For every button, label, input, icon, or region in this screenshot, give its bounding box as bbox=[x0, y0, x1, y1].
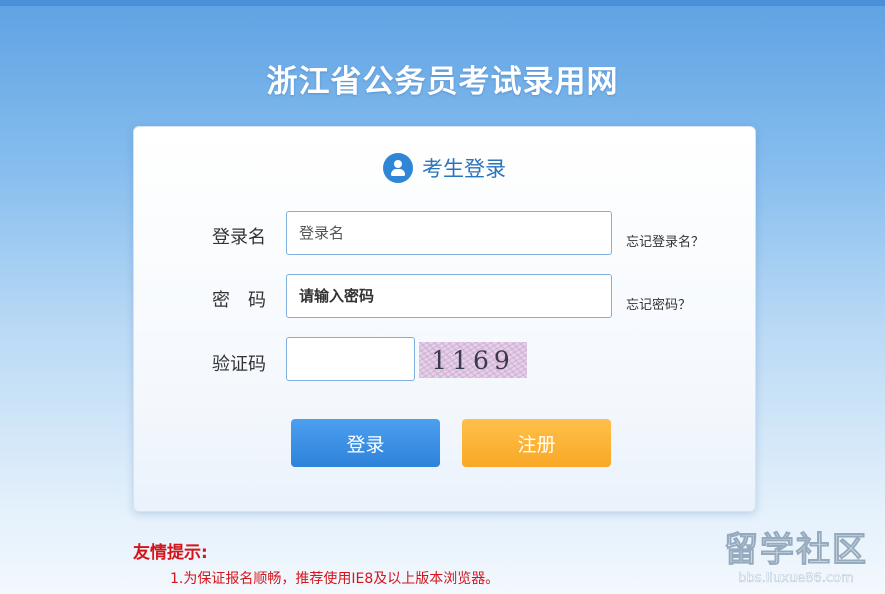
forgot-password-link[interactable]: 忘记密码？ bbox=[626, 294, 691, 313]
forgot-username-link[interactable]: 忘记登录名？ bbox=[626, 231, 704, 250]
top-strip bbox=[0, 0, 885, 6]
site-title: 浙江省公务员考试录用网 bbox=[266, 64, 619, 100]
username-label: 登录名 bbox=[212, 227, 266, 248]
login-card-title: 考生登录 bbox=[422, 157, 506, 181]
password-input[interactable] bbox=[286, 274, 612, 318]
tips-title: 友情提示: bbox=[133, 543, 208, 563]
watermark: 留学社区 bbs.liuxue86.com bbox=[716, 522, 876, 587]
watermark-url: bbs.liuxue86.com bbox=[738, 571, 854, 586]
captcha-label: 验证码 bbox=[212, 354, 266, 375]
tips-item: 1.为保证报名顺畅，推荐使用IE8及以上版本浏览器。 bbox=[170, 571, 500, 587]
register-button[interactable]: 注册 bbox=[462, 419, 611, 467]
user-circle-icon bbox=[383, 153, 413, 183]
watermark-logo: 留学社区 bbox=[724, 530, 868, 571]
password-label: 密 码 bbox=[212, 290, 266, 311]
login-card: 考生登录 登录名 忘记登录名？ 密 码 忘记密码？ 验证码 1169 登录 注册 bbox=[133, 126, 756, 512]
login-button[interactable]: 登录 bbox=[291, 419, 440, 467]
username-input[interactable] bbox=[286, 211, 612, 255]
captcha-input[interactable] bbox=[286, 337, 415, 381]
captcha-image[interactable]: 1169 bbox=[419, 342, 527, 378]
login-card-header: 考生登录 bbox=[134, 153, 755, 183]
